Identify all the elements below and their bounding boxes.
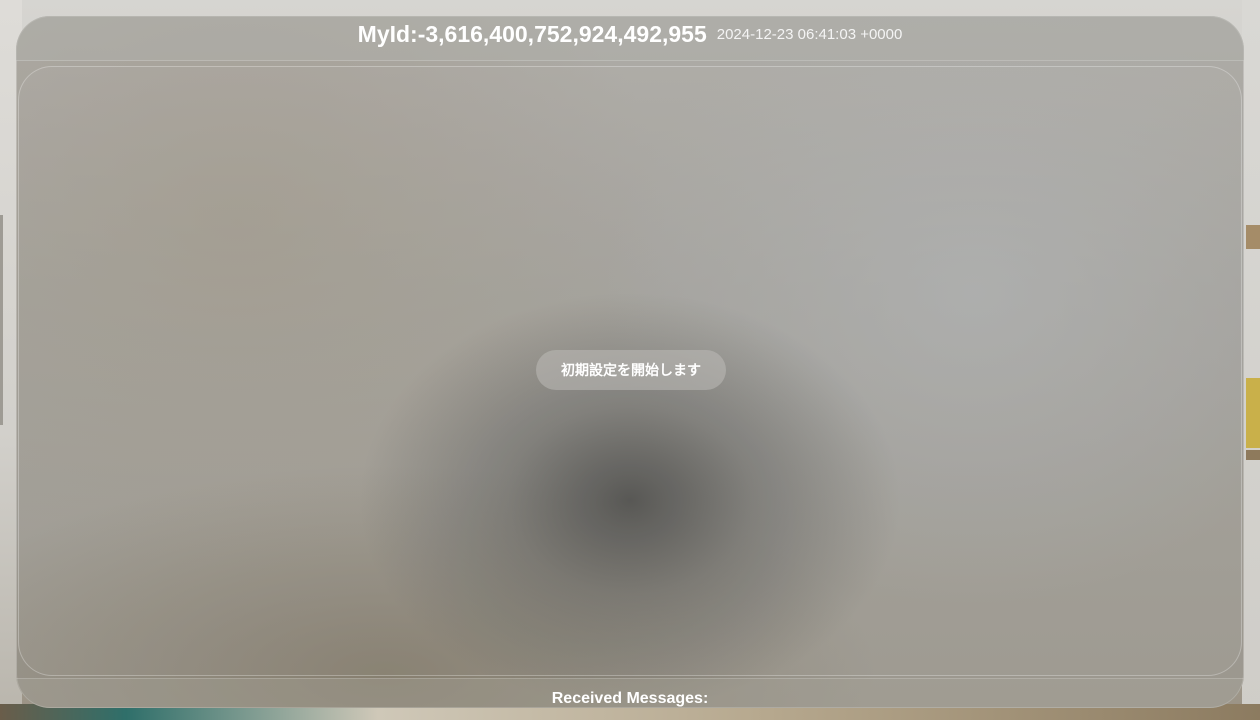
- wall-frame: [0, 215, 3, 425]
- shelf-items: [1246, 378, 1260, 448]
- status-message-badge: 初期設定を開始します: [536, 350, 726, 390]
- shelf: [1246, 225, 1260, 249]
- app-window: MyId:-3,616,400,752,924,492,955 2024-12-…: [16, 16, 1244, 708]
- timestamp-label: 2024-12-23 06:41:03 +0000: [716, 26, 903, 43]
- shelf: [1246, 450, 1260, 460]
- my-id-label: MyId:-3,616,400,752,924,492,955: [357, 21, 707, 47]
- received-messages-label: Received Messages:: [551, 690, 709, 707]
- window-header: MyId:-3,616,400,752,924,492,955 2024-12-…: [16, 16, 1244, 61]
- title-row: MyId:-3,616,400,752,924,492,955 2024-12-…: [16, 16, 1244, 46]
- environment-right: [1242, 0, 1260, 720]
